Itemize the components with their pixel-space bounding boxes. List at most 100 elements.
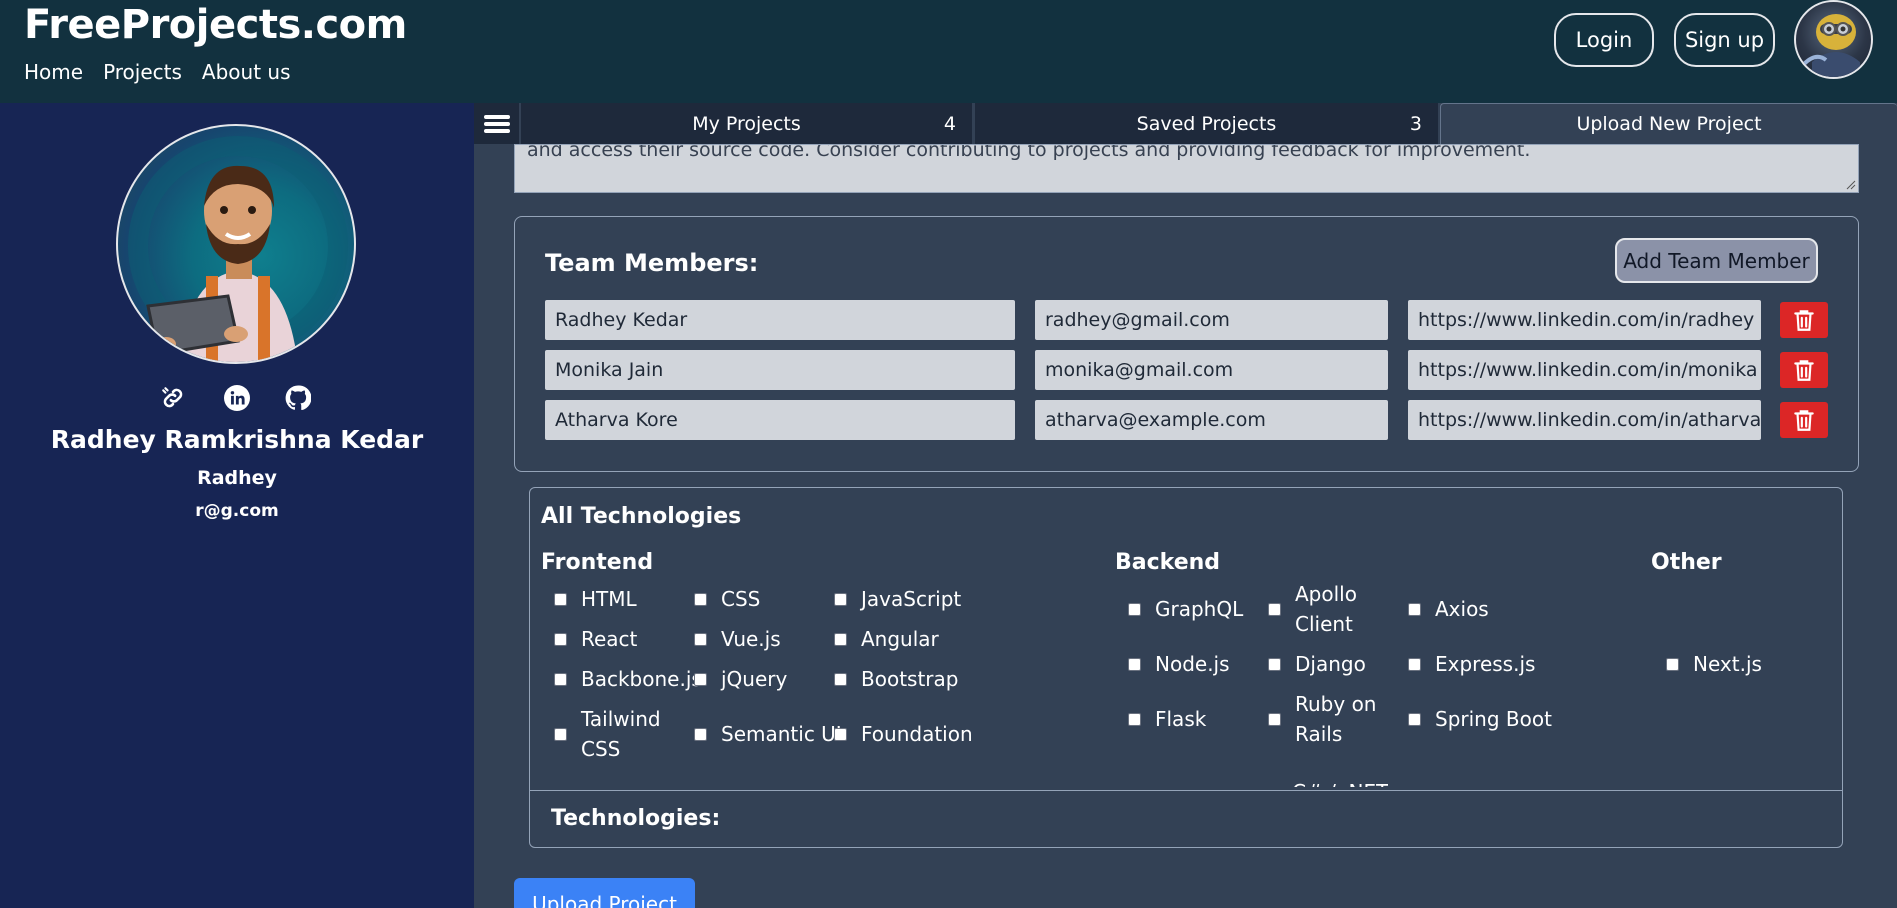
tech-option-expressjs[interactable]: Express.js [1408,649,1535,679]
member-linkedin-field[interactable]: https://www.linkedin.com/in/radhey [1408,300,1761,340]
checkbox[interactable] [554,727,567,741]
add-team-member-button[interactable]: Add Team Member [1615,238,1818,283]
link-icon[interactable] [158,383,188,413]
linkedin-icon[interactable] [222,383,252,413]
tech-option-html[interactable]: HTML [554,584,637,614]
tech-option-javascript[interactable]: JavaScript [834,584,961,614]
option-label: Next.js [1693,652,1762,676]
tab-count: 3 [1409,112,1422,135]
checkbox[interactable] [834,592,847,606]
top-navbar: FreeProjects.com Home Projects About us … [0,0,1897,103]
checkbox[interactable] [834,672,847,686]
site-logo[interactable]: FreeProjects.com [24,2,407,48]
project-tabs: My Projects 4 Saved Projects 3 Upload Ne… [474,103,1897,144]
tech-option-semantic-ui[interactable]: Semantic UI [694,719,842,749]
tech-option-jquery[interactable]: jQuery [694,664,787,694]
checkbox[interactable] [554,632,567,646]
checkbox[interactable] [694,672,707,686]
profile-username: Radhey [197,467,277,489]
checkbox[interactable] [694,592,707,606]
frontend-heading: Frontend [541,550,654,575]
checkbox[interactable] [1128,712,1141,726]
login-button[interactable]: Login [1554,13,1654,67]
technologies-panel: All Technologies Frontend Backend Other … [529,487,1843,848]
tech-option-css[interactable]: CSS [694,584,760,614]
nav-about-us[interactable]: About us [202,60,291,84]
backend-heading: Backend [1115,550,1221,575]
tab-saved-projects[interactable]: Saved Projects 3 [974,103,1438,144]
option-label: Foundation [861,722,973,746]
option-label: Backbone.js [581,667,702,691]
checkbox[interactable] [694,727,707,741]
option-label: Angular [861,627,939,651]
checkbox[interactable] [1268,602,1281,616]
tech-option-tailwind[interactable]: Tailwind CSS [554,704,684,764]
checkbox[interactable] [1268,712,1281,726]
nav-home[interactable]: Home [24,60,83,84]
checkbox[interactable] [1128,602,1141,616]
tech-option-flask[interactable]: Flask [1128,704,1206,734]
tech-option-nextjs[interactable]: Next.js [1666,649,1762,679]
checkbox[interactable] [1268,657,1281,671]
delete-member-button[interactable] [1780,402,1828,438]
checkbox[interactable] [554,672,567,686]
checkbox[interactable] [1408,657,1421,671]
selected-technologies-label: Technologies: [551,806,721,831]
tech-option-django[interactable]: Django [1268,649,1366,679]
team-members-panel: Team Members: Add Team Member Radhey Ked… [514,216,1859,472]
tab-my-projects[interactable]: My Projects 4 [520,103,972,144]
tech-option-spring-boot[interactable]: Spring Boot [1408,704,1552,734]
member-email-field[interactable]: radhey@gmail.com [1035,300,1388,340]
tech-option-angular[interactable]: Angular [834,624,939,654]
checkbox[interactable] [1408,712,1421,726]
option-label: Django [1295,652,1366,676]
trash-icon [1794,360,1814,381]
tech-option-graphql[interactable]: GraphQL [1128,594,1243,624]
checkbox[interactable] [834,632,847,646]
option-label: CSS [721,587,761,611]
checkbox[interactable] [834,727,847,741]
checkbox[interactable] [1666,657,1679,671]
checkbox[interactable] [554,592,567,606]
member-email-field[interactable]: monika@gmail.com [1035,350,1388,390]
member-name-field[interactable]: Atharva Kore [545,400,1015,440]
checkbox[interactable] [1128,657,1141,671]
github-icon[interactable] [283,383,313,413]
member-name-field[interactable]: Monika Jain [545,350,1015,390]
tab-label: Upload New Project [1576,113,1762,135]
option-label: React [581,627,638,651]
resize-handle-icon[interactable] [1846,180,1856,190]
profile-name: Radhey Ramkrishna Kedar [50,425,424,454]
description-textarea[interactable]: and access their source code. Consider c… [514,144,1859,193]
tech-option-react[interactable]: React [554,624,637,654]
tech-option-vuejs[interactable]: Vue.js [694,624,781,654]
option-label: Bootstrap [861,667,959,691]
delete-member-button[interactable] [1780,352,1828,388]
option-label: jQuery [721,667,788,691]
user-avatar[interactable] [1794,0,1873,79]
option-label: Flask [1155,707,1207,731]
tech-option-nodejs[interactable]: Node.js [1128,649,1230,679]
member-email-field[interactable]: atharva@example.com [1035,400,1388,440]
tech-option-foundation[interactable]: Foundation [834,719,973,749]
nav-projects[interactable]: Projects [103,60,182,84]
member-linkedin-field[interactable]: https://www.linkedin.com/in/atharva [1408,400,1761,440]
option-label: Express.js [1435,652,1536,676]
option-label: Tailwind CSS [581,707,661,761]
tech-option-apollo-client[interactable]: Apollo Client [1268,579,1398,639]
member-linkedin-field[interactable]: https://www.linkedin.com/in/monika [1408,350,1761,390]
option-label: Semantic UI [721,722,842,746]
checkbox[interactable] [694,632,707,646]
tech-option-axios[interactable]: Axios [1408,594,1489,624]
tab-upload-new-project[interactable]: Upload New Project [1440,103,1897,144]
member-name-field[interactable]: Radhey Kedar [545,300,1015,340]
profile-sidebar: Radhey Ramkrishna Kedar Radhey r@g.com [0,103,474,908]
upload-project-button[interactable]: Upload Project [514,878,695,908]
hamburger-menu-icon[interactable] [474,103,519,144]
tech-option-bootstrap[interactable]: Bootstrap [834,664,958,694]
checkbox[interactable] [1408,602,1421,616]
tech-option-backbonejs[interactable]: Backbone.js [554,664,702,694]
delete-member-button[interactable] [1780,302,1828,338]
signup-button[interactable]: Sign up [1674,13,1775,67]
tech-option-ruby-on-rails[interactable]: Ruby on Rails [1268,689,1398,749]
